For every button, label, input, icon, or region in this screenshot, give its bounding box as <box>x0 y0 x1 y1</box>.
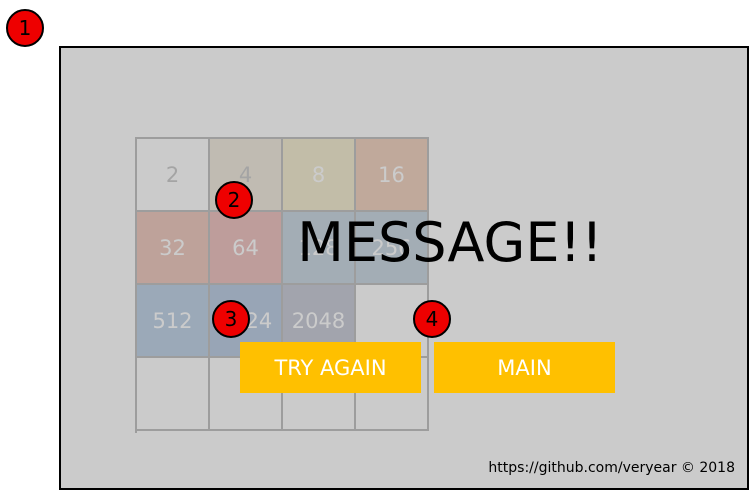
footer-credit: https://github.com/veryear © 2018 <box>488 460 735 476</box>
game-window: 24816326412825651210242048 MESSAGE!! TRY… <box>59 46 749 490</box>
main-button[interactable]: MAIN <box>434 342 615 393</box>
annotation-marker-2: 2 <box>215 181 253 219</box>
annotation-marker-3: 3 <box>212 300 250 338</box>
overlay-message: MESSAGE!! <box>297 211 603 274</box>
annotation-marker-4: 4 <box>413 300 451 338</box>
annotation-marker-1: 1 <box>6 9 44 47</box>
try-again-button[interactable]: TRY AGAIN <box>240 342 421 393</box>
